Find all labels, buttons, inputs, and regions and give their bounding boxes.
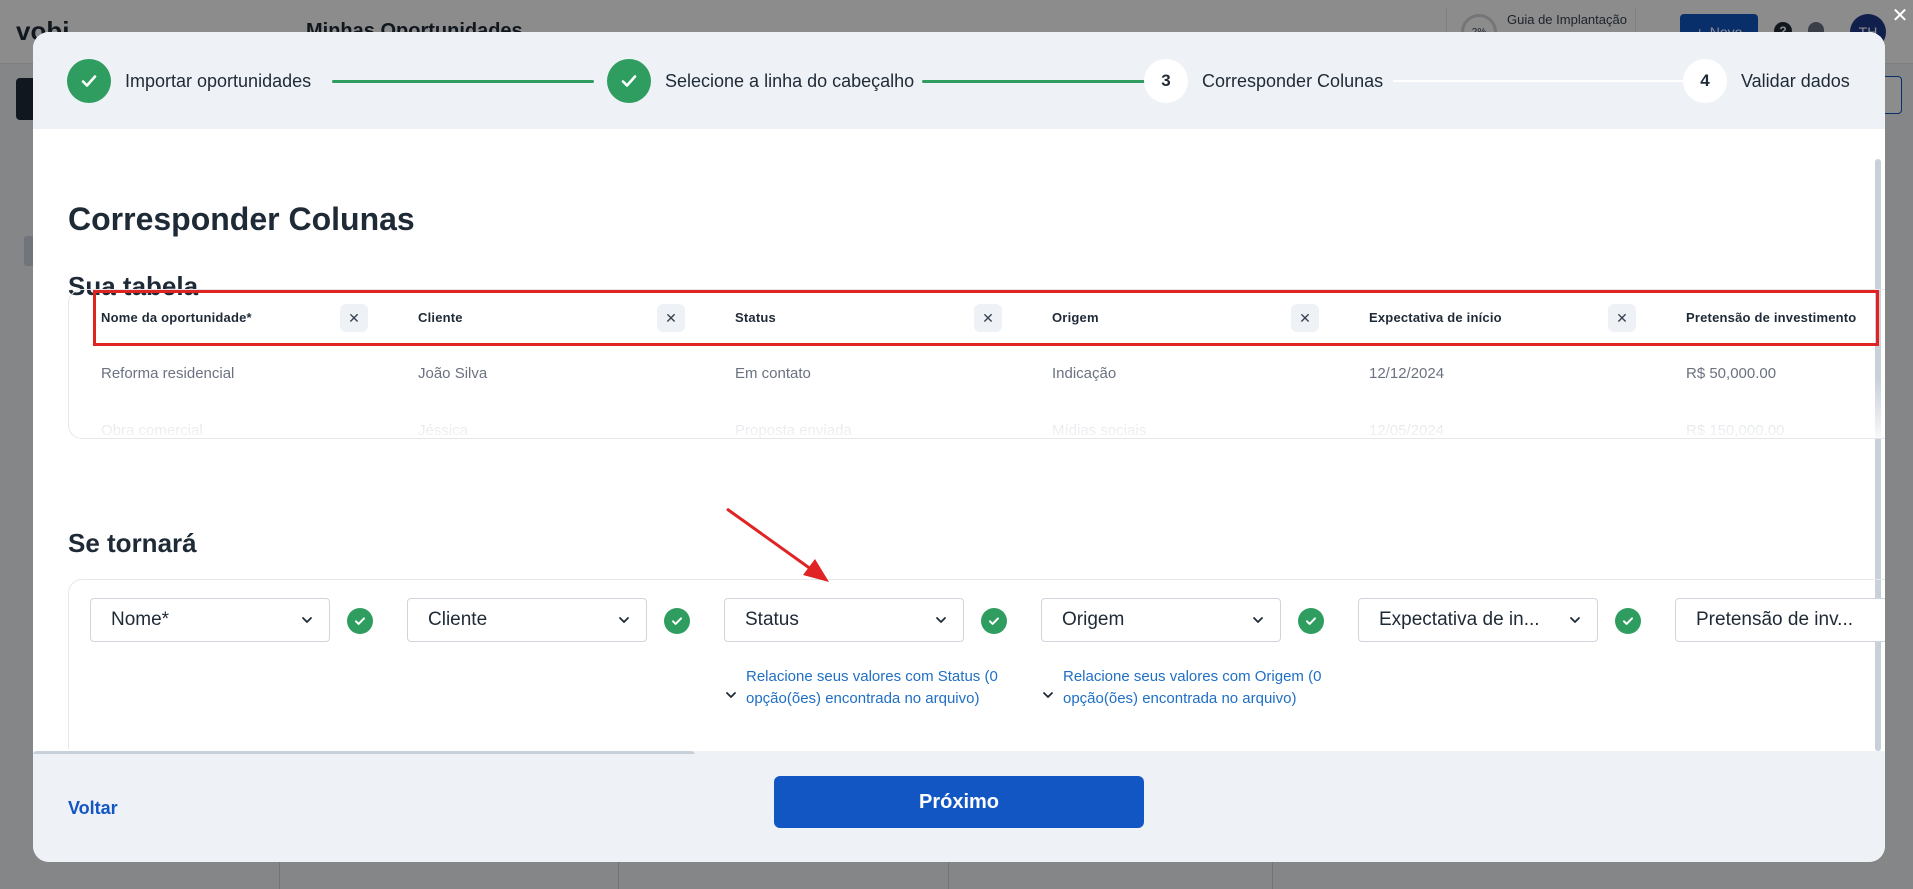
close-icon[interactable]: ✕ bbox=[1890, 6, 1910, 26]
mapping-select-origem[interactable]: Origem bbox=[1041, 598, 1281, 642]
stepper: Importar oportunidades Selecione a linha… bbox=[33, 32, 1885, 129]
mapping-panel: Nome* Cliente Status Origem Expectativa … bbox=[68, 579, 1885, 749]
close-icon[interactable]: ✕ bbox=[1291, 304, 1319, 332]
table-cell: Indicação bbox=[1052, 365, 1117, 382]
table-cell: Em contato bbox=[735, 365, 811, 382]
column-header: Cliente ✕ bbox=[418, 302, 698, 334]
column-header-label: Expectativa de início bbox=[1369, 310, 1502, 325]
column-header: Status ✕ bbox=[735, 302, 1015, 334]
step-header-row: Selecione a linha do cabeçalho bbox=[607, 59, 914, 103]
step-validate: 4 Validar dados bbox=[1683, 59, 1850, 103]
select-value: Pretensão de inv... bbox=[1696, 609, 1854, 630]
select-value: Cliente bbox=[428, 609, 488, 630]
chevron-down-icon bbox=[936, 617, 946, 623]
column-header-label: Nome da oportunidade* bbox=[101, 310, 252, 325]
mapping-select-cliente[interactable]: Cliente bbox=[407, 598, 647, 642]
close-icon[interactable]: ✕ bbox=[657, 304, 685, 332]
column-header: Origem ✕ bbox=[1052, 302, 1332, 334]
step-label: Selecione a linha do cabeçalho bbox=[665, 70, 915, 91]
check-icon bbox=[664, 608, 690, 634]
check-icon bbox=[67, 59, 111, 103]
step-match-columns: 3 Corresponder Colunas bbox=[1144, 59, 1383, 103]
chevron-down-icon bbox=[1253, 617, 1263, 623]
check-icon bbox=[347, 608, 373, 634]
step-connector bbox=[1393, 80, 1703, 82]
table-cell: R$ 150,000.00 bbox=[1686, 422, 1785, 439]
mapping-select-status[interactable]: Status bbox=[724, 598, 964, 642]
check-icon bbox=[1615, 608, 1641, 634]
step-number: 4 bbox=[1683, 59, 1727, 103]
modal-footer: Voltar Próximo bbox=[33, 754, 1885, 862]
next-button[interactable]: Próximo bbox=[774, 776, 1144, 828]
table-cell: 12/05/2024 bbox=[1369, 422, 1445, 439]
step-number: 3 bbox=[1144, 59, 1188, 103]
table-cell: Reforma residencial bbox=[101, 365, 235, 382]
page-title: Corresponder Colunas bbox=[68, 201, 415, 237]
step-connector bbox=[922, 80, 1165, 83]
table-cell: Obra comercial bbox=[101, 422, 203, 439]
step-label: Importar oportunidades bbox=[125, 70, 312, 91]
column-header-label: Origem bbox=[1052, 310, 1099, 325]
step-label: Validar dados bbox=[1741, 70, 1850, 91]
table-cell: João Silva bbox=[418, 365, 488, 382]
select-value: Nome* bbox=[111, 609, 170, 630]
mapping-select-pretensao[interactable]: Pretensão de inv... bbox=[1675, 598, 1885, 642]
table-cell: Mídias sociais bbox=[1052, 422, 1147, 439]
table-cell: Proposta enviada bbox=[735, 422, 852, 439]
table-cell: R$ 50,000.00 bbox=[1686, 365, 1777, 382]
close-icon[interactable]: ✕ bbox=[1608, 304, 1636, 332]
column-header: Expectativa de início ✕ bbox=[1369, 302, 1649, 334]
close-icon[interactable]: ✕ bbox=[974, 304, 1002, 332]
chevron-down-icon bbox=[726, 692, 736, 698]
select-value: Expectativa de in... bbox=[1379, 609, 1540, 630]
mapping-select-expectativa[interactable]: Expectativa de in... bbox=[1358, 598, 1598, 642]
check-icon bbox=[607, 59, 651, 103]
back-button[interactable]: Voltar bbox=[68, 798, 118, 819]
chevron-down-icon bbox=[1570, 617, 1580, 623]
relate-origem-text: Relacione seus valores com Origem (0 opç… bbox=[1063, 668, 1322, 707]
table-cell: Jéssica bbox=[418, 422, 469, 439]
chevron-down-icon bbox=[302, 617, 312, 623]
step-label: Corresponder Colunas bbox=[1202, 70, 1384, 91]
column-header: Pretensão de investimento bbox=[1686, 302, 1885, 334]
column-header-label: Cliente bbox=[418, 310, 463, 325]
modal-content[interactable]: Corresponder Colunas Sua tabela Nome da … bbox=[33, 129, 1885, 752]
table-fade bbox=[69, 378, 1885, 438]
chevron-down-icon bbox=[1043, 692, 1053, 698]
step-connector bbox=[332, 80, 594, 83]
step-import: Importar oportunidades bbox=[67, 59, 311, 103]
select-value: Origem bbox=[1062, 609, 1125, 630]
close-icon[interactable]: ✕ bbox=[340, 304, 368, 332]
import-modal: Importar oportunidades Selecione a linha… bbox=[33, 32, 1885, 862]
target-section-title: Se tornará bbox=[68, 528, 197, 558]
mapping-select-nome[interactable]: Nome* bbox=[90, 598, 330, 642]
column-header: Nome da oportunidade* ✕ bbox=[101, 302, 381, 334]
select-value: Status bbox=[745, 609, 799, 630]
relate-status-text: Relacione seus valores com Status (0 opç… bbox=[746, 668, 998, 707]
column-header-label: Pretensão de investimento bbox=[1686, 310, 1857, 325]
chevron-down-icon bbox=[619, 617, 629, 623]
source-table: Nome da oportunidade* ✕ Cliente ✕ Status… bbox=[68, 289, 1885, 439]
check-icon bbox=[981, 608, 1007, 634]
check-icon bbox=[1298, 608, 1324, 634]
column-header-label: Status bbox=[735, 310, 776, 325]
table-cell: 12/12/2024 bbox=[1369, 365, 1445, 382]
